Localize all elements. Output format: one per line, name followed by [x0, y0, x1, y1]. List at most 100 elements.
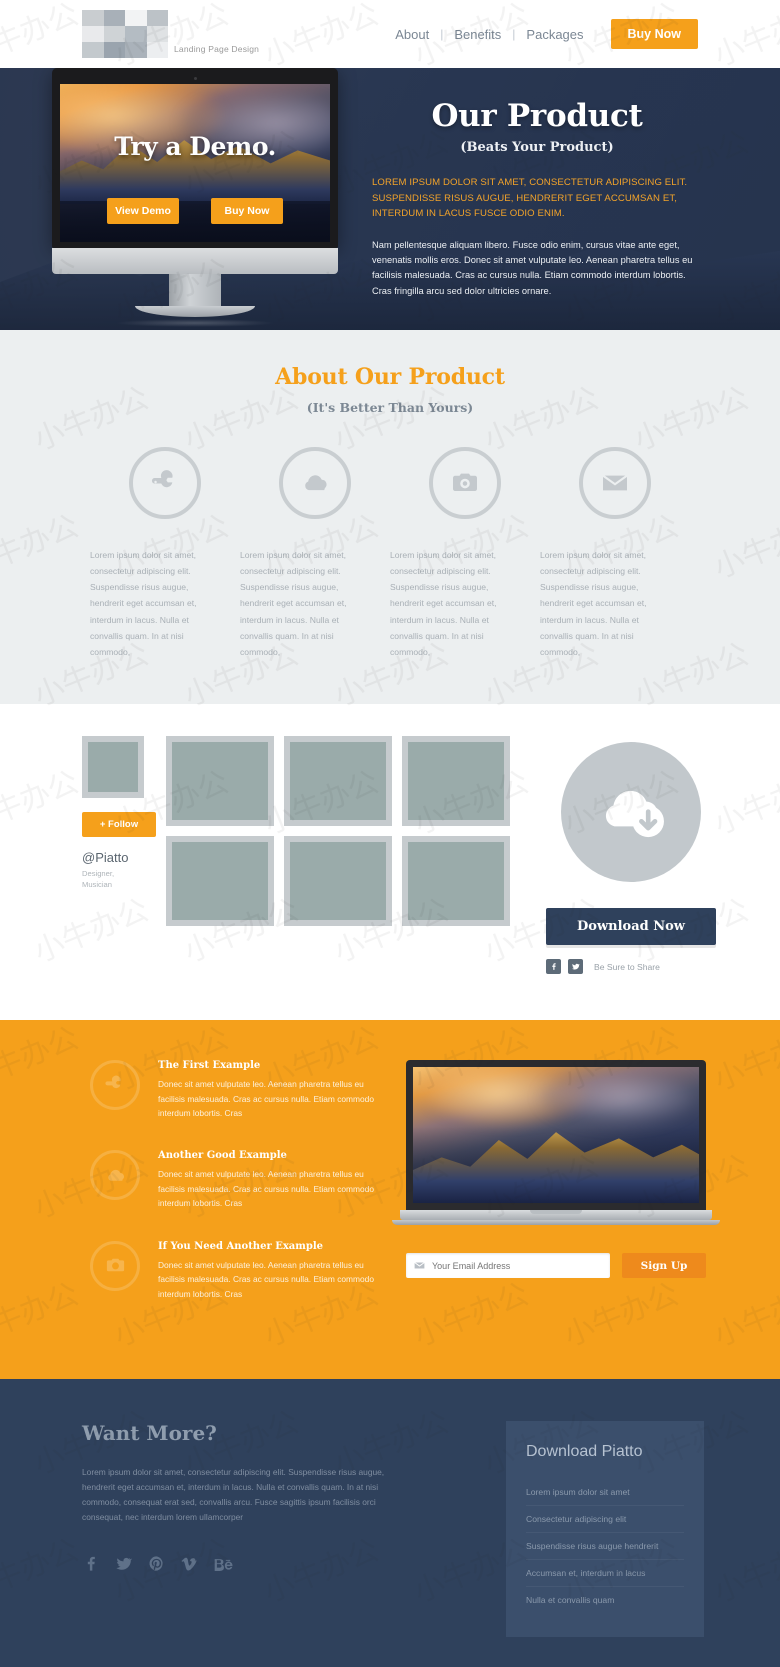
footer-social-row — [82, 1555, 412, 1572]
twitter-icon[interactable] — [115, 1555, 132, 1572]
follow-button[interactable]: + Follow — [82, 812, 156, 838]
hero-subtitle: (Beats Your Product) — [460, 140, 614, 155]
nav-item-benefits[interactable]: Benefits — [443, 27, 512, 42]
footer-link[interactable]: Nulla et convallis quam — [526, 1587, 684, 1613]
logo-tagline: Landing Page Design — [174, 44, 260, 54]
facebook-icon[interactable] — [82, 1555, 99, 1572]
benefit-list: The First Example Donec sit amet vulputa… — [90, 1060, 380, 1331]
profile-role-line-1: Designer, — [82, 869, 115, 879]
footer-left: Want More? Lorem ipsum dolor sit amet, c… — [82, 1421, 412, 1637]
nav-item-packages[interactable]: Packages — [515, 27, 594, 42]
site-footer: Want More? Lorem ipsum dolor sit amet, c… — [0, 1379, 780, 1667]
feature-list: Lorem ipsum dolor sit amet, consectetur … — [0, 447, 780, 660]
logo[interactable]: Landing Page Design — [82, 10, 259, 58]
laptop-mockup — [406, 1060, 706, 1211]
laptop-screen-image — [413, 1067, 699, 1204]
footer-link[interactable]: Accumsan et, interdum in lacus — [526, 1560, 684, 1588]
tile-placeholder — [172, 742, 268, 821]
monitor-stand-foot — [135, 306, 255, 317]
gallery-tile[interactable] — [402, 736, 510, 827]
feature-text: Lorem ipsum dolor sit amet, consectetur … — [390, 550, 497, 657]
cloud-download-badge — [561, 742, 701, 883]
feature-icon-circle — [129, 447, 201, 519]
gallery-tile[interactable] — [402, 836, 510, 927]
cloud-download-icon — [605, 790, 664, 838]
profile-role: Designer, Musician — [82, 868, 156, 891]
footer-link[interactable]: Suspendisse risus augue hendrerit — [526, 1533, 684, 1561]
cloud-icon — [305, 475, 327, 491]
avatar — [82, 736, 144, 799]
desktop-monitor-mockup: Try a Demo. View Demo Buy Now — [52, 68, 338, 327]
download-now-button[interactable]: Download Now — [546, 908, 716, 946]
benefit-item: Another Good Example Donec sit amet vulp… — [90, 1150, 380, 1210]
pinterest-icon[interactable] — [148, 1555, 165, 1572]
benefit-text: Donec sit amet vulputate leo. Aenean pha… — [158, 1259, 374, 1299]
monitor-shadow — [115, 319, 275, 327]
monitor-stand-neck — [169, 274, 221, 306]
feature-icon-circle — [579, 447, 651, 519]
laptop-foot — [392, 1220, 720, 1226]
twitter-icon[interactable] — [568, 959, 583, 975]
email-input[interactable] — [432, 1260, 610, 1271]
screen-buy-now-button[interactable]: Buy Now — [211, 198, 283, 224]
footer-link[interactable]: Consectetur adipiscing elit — [526, 1506, 684, 1534]
feature-icon-circle — [279, 447, 351, 519]
email-input-wrap[interactable] — [406, 1253, 610, 1279]
camera-icon — [106, 1259, 124, 1272]
main-nav: About | Benefits | Packages Buy Now — [384, 19, 698, 49]
gallery-tile[interactable] — [166, 736, 274, 827]
footer-panel-title: Download Piatto — [526, 1443, 643, 1461]
feature-item: Lorem ipsum dolor sit amet, consectetur … — [540, 447, 690, 660]
hero-lede-text: LOREM IPSUM DOLOR SIT AMET, CONSECTETUR … — [372, 177, 688, 220]
monitor-bezel: Try a Demo. View Demo Buy Now — [52, 68, 338, 248]
footer-text: Lorem ipsum dolor sit amet, consectetur … — [82, 1467, 385, 1523]
avatar-placeholder — [88, 742, 138, 793]
benefit-icon-circle — [90, 1150, 140, 1201]
pixel-blocks-logo-icon — [82, 10, 168, 58]
benefit-item: If You Need Another Example Donec sit am… — [90, 1240, 380, 1301]
gallery-tile[interactable] — [284, 736, 392, 827]
benefit-title: The First Example — [158, 1060, 261, 1072]
gallery-tile[interactable] — [284, 836, 392, 927]
feature-text: Lorem ipsum dolor sit amet, consectetur … — [90, 550, 197, 657]
laptop-base — [400, 1210, 712, 1221]
gallery-tile[interactable] — [166, 836, 274, 927]
about-title: About Our Product — [275, 364, 505, 390]
monitor-chin — [52, 248, 338, 274]
behance-icon[interactable] — [214, 1555, 233, 1572]
profile-card: + Follow @Piatto Designer, Musician — [82, 736, 156, 891]
wrench-icon — [152, 470, 173, 488]
landing-page: Landing Page Design About | Benefits | P… — [0, 0, 780, 1667]
benefits-section: The First Example Donec sit amet vulputa… — [0, 1020, 780, 1380]
feature-icon-circle — [429, 447, 501, 519]
laptop-mountain-ridge — [413, 1132, 699, 1204]
footer-download-panel: Download Piatto Lorem ipsum dolor sit am… — [506, 1421, 704, 1638]
signup-form: Sign Up — [406, 1253, 706, 1279]
hero-body-text: Nam pellentesque aliquam libero. Fusce o… — [372, 239, 693, 296]
nav-item-about[interactable]: About — [384, 27, 440, 42]
facebook-icon[interactable] — [546, 959, 561, 975]
tile-placeholder — [172, 842, 268, 921]
tile-placeholder — [408, 742, 504, 821]
benefit-item: The First Example Donec sit amet vulputa… — [90, 1060, 380, 1120]
wrench-icon — [105, 1075, 121, 1089]
feature-item: Lorem ipsum dolor sit amet, consectetur … — [90, 447, 240, 660]
tile-placeholder — [290, 842, 386, 921]
vimeo-icon[interactable] — [181, 1555, 198, 1572]
header-buy-now-button[interactable]: Buy Now — [610, 19, 698, 49]
thumbnail-grid — [166, 736, 510, 927]
view-demo-button[interactable]: View Demo — [107, 198, 179, 224]
tile-placeholder — [408, 842, 504, 921]
benefit-text: Donec sit amet vulputate leo. Aenean pha… — [158, 1079, 374, 1118]
share-label: Be Sure to Share — [594, 961, 660, 972]
download-column: Download Now Be Sure to Share — [546, 736, 716, 975]
profile-role-line-2: Musician — [82, 880, 112, 890]
laptop-column: Sign Up — [392, 1060, 720, 1331]
hero-title: Our Product — [431, 98, 643, 134]
feature-text: Lorem ipsum dolor sit amet, consectetur … — [240, 550, 347, 657]
profile-handle: @Piatto — [82, 850, 129, 866]
webcam-icon — [193, 77, 197, 80]
footer-link[interactable]: Lorem ipsum dolor sit amet — [526, 1479, 684, 1507]
sign-up-button[interactable]: Sign Up — [622, 1253, 706, 1279]
footer-panel-links: Lorem ipsum dolor sit amet Consectetur a… — [526, 1479, 684, 1613]
